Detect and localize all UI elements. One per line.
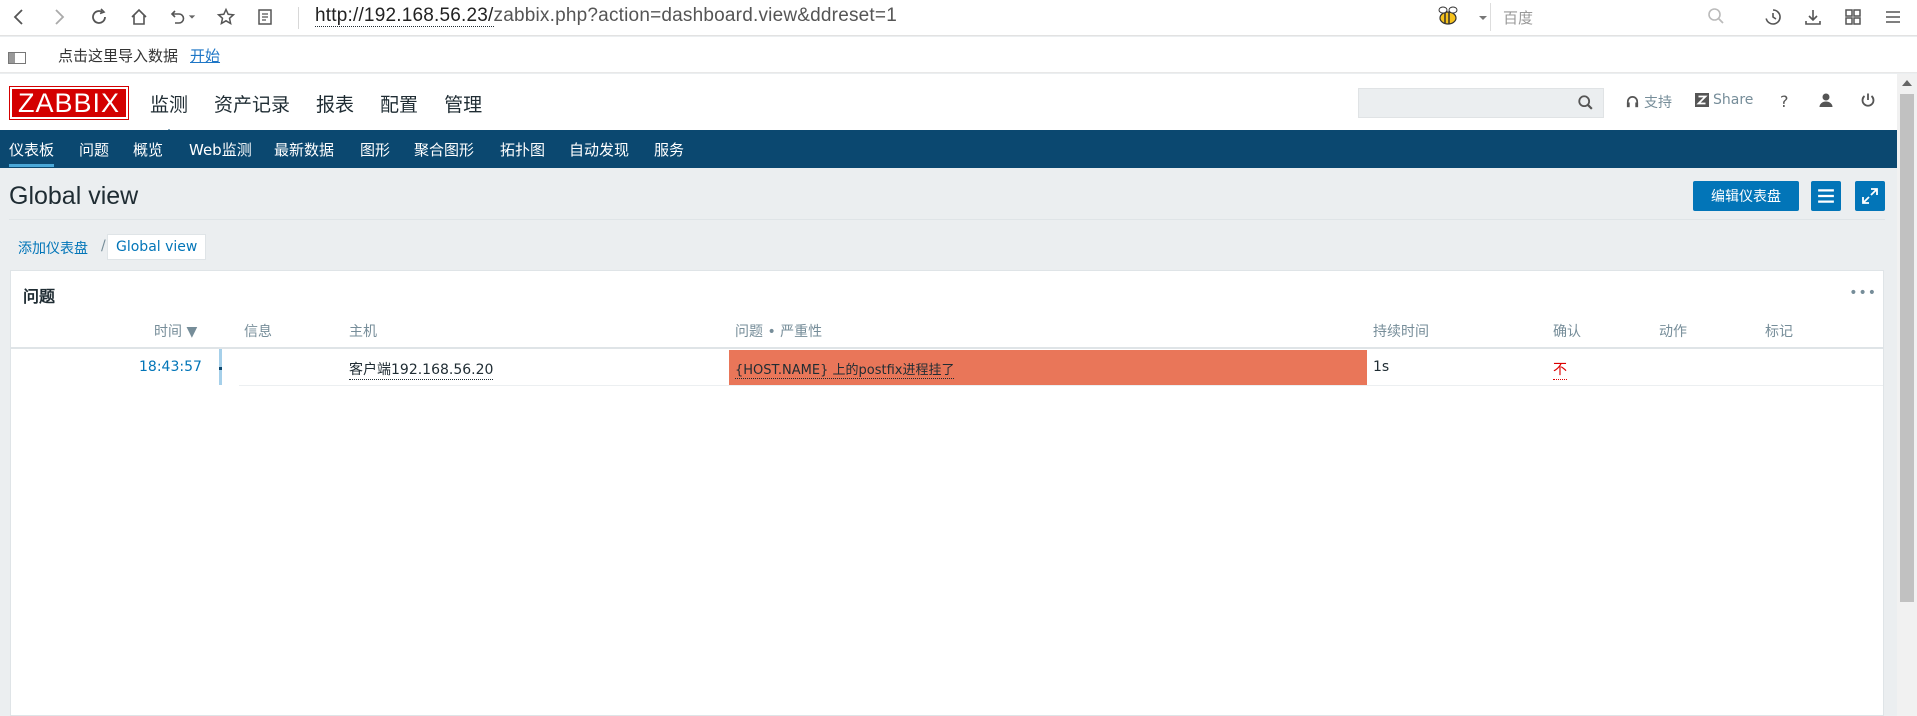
- widget-menu-icon[interactable]: •••: [1849, 285, 1877, 301]
- support-label: 支持: [1644, 95, 1672, 111]
- menu-reports[interactable]: 报表: [316, 90, 354, 117]
- column-host[interactable]: 主机: [349, 321, 377, 341]
- fullscreen-icon: [1862, 188, 1878, 204]
- row-problem-cell: {HOST.NAME} 上的postfix进程挂了: [729, 350, 1367, 385]
- bookmarks-bar: 点击这里导入数据 开始: [0, 37, 1917, 73]
- column-duration: 持续时间: [1373, 324, 1429, 340]
- widget-title: 问题: [23, 287, 56, 306]
- subnav-web[interactable]: Web监测: [189, 139, 252, 160]
- timeline-dot: [219, 367, 222, 370]
- apps-icon[interactable]: [1840, 4, 1866, 30]
- column-problem-severity[interactable]: 问题 • 严重性: [735, 321, 822, 341]
- column-time[interactable]: 时间 ▼: [154, 321, 197, 341]
- menu-inventory[interactable]: 资产记录: [214, 90, 290, 117]
- browser-toolbar: http://192.168.56.23/zabbix.php?action=d…: [0, 0, 1917, 36]
- menu-configuration[interactable]: 配置: [380, 90, 418, 117]
- engine-dropdown-icon[interactable]: [1478, 8, 1488, 20]
- user-icon: [1819, 93, 1833, 107]
- row-duration: 1s: [1373, 359, 1390, 375]
- favorite-star-icon[interactable]: [213, 4, 239, 30]
- url-host: http://192.168.56.23/: [315, 5, 494, 27]
- reload-icon[interactable]: [86, 4, 112, 30]
- page-title: Global view: [9, 182, 139, 210]
- column-actions: 动作: [1659, 324, 1687, 340]
- browser-search-input[interactable]: 百度: [1490, 3, 1740, 31]
- profile-button[interactable]: [1818, 92, 1834, 108]
- url-separator: [298, 7, 299, 29]
- zabbix-logo[interactable]: ZABBIX: [9, 86, 129, 120]
- browser-menu-icon[interactable]: [1880, 4, 1906, 30]
- menu-monitoring[interactable]: 监测: [150, 90, 188, 136]
- reader-icon[interactable]: [252, 4, 278, 30]
- help-icon: ?: [1780, 92, 1789, 111]
- power-icon: [1861, 93, 1875, 107]
- row-problem[interactable]: {HOST.NAME} 上的postfix进程挂了: [735, 359, 955, 379]
- search-icon[interactable]: [1706, 6, 1726, 26]
- address-bar[interactable]: http://192.168.56.23/zabbix.php?action=d…: [315, 5, 897, 27]
- back-icon[interactable]: [6, 4, 32, 30]
- support-link[interactable]: 支持: [1625, 92, 1672, 112]
- row-divider: [239, 385, 1883, 386]
- share-z-icon: [1695, 93, 1709, 107]
- forward-icon[interactable]: [46, 4, 72, 30]
- row-host[interactable]: 客户端192.168.56.20: [349, 359, 494, 380]
- fullscreen-button[interactable]: [1855, 181, 1885, 211]
- subnav-screens[interactable]: 聚合图形: [414, 139, 474, 160]
- share-link[interactable]: Share: [1695, 92, 1753, 108]
- subnav-latest-data[interactable]: 最新数据: [274, 139, 334, 160]
- breadcrumb-add-dashboard[interactable]: 添加仪表盘: [18, 238, 88, 258]
- table-header-divider: [11, 347, 1883, 349]
- subnav-graphs[interactable]: 图形: [360, 139, 390, 160]
- breadcrumb-separator: /: [101, 238, 106, 254]
- subnav-services[interactable]: 服务: [654, 139, 684, 160]
- bookmark-import-text: 点击这里导入数据: [58, 47, 179, 65]
- sub-navigation: 仪表板 问题 概览 Web监测 最新数据 图形 聚合图形 拓扑图 自动发现 服务: [0, 130, 1897, 168]
- column-ack: 确认: [1553, 324, 1581, 340]
- undo-dropdown-icon[interactable]: [186, 4, 198, 30]
- share-label: Share: [1713, 92, 1754, 108]
- header-search-input[interactable]: [1358, 88, 1604, 118]
- row-ack[interactable]: 不: [1553, 359, 1567, 380]
- logout-button[interactable]: [1860, 92, 1876, 108]
- bookmark-start-link[interactable]: 开始: [190, 45, 220, 66]
- browser-search-placeholder: 百度: [1503, 9, 1534, 27]
- title-divider: [9, 219, 1885, 220]
- subnav-dashboard[interactable]: 仪表板: [9, 139, 55, 167]
- subnav-maps[interactable]: 拓扑图: [500, 139, 545, 160]
- page-scrollbar[interactable]: [1897, 74, 1917, 716]
- zabbix-header: ZABBIX 监测 资产记录 报表 配置 管理 支持 Share ?: [0, 74, 1897, 136]
- edit-dashboard-button[interactable]: 编辑仪表盘: [1693, 181, 1799, 211]
- headset-icon: [1626, 95, 1639, 107]
- download-icon[interactable]: [1800, 4, 1826, 30]
- menu-administration[interactable]: 管理: [444, 90, 482, 117]
- column-tags: 标记: [1765, 324, 1793, 340]
- search-engine-logo-icon[interactable]: [1434, 4, 1462, 30]
- history-icon[interactable]: [1760, 4, 1786, 30]
- main-menu: 监测 资产记录 报表 配置 管理: [150, 90, 508, 136]
- sidebar-toggle-icon[interactable]: [8, 49, 26, 64]
- scroll-up-icon[interactable]: [1902, 80, 1912, 86]
- subnav-discovery[interactable]: 自动发现: [569, 139, 629, 160]
- home-icon[interactable]: [126, 4, 152, 30]
- problems-widget: 问题 ••• 时间 ▼ 信息 主机 问题 • 严重性 持续时间 确认 动作 标记…: [10, 270, 1884, 716]
- subnav-problems[interactable]: 问题: [79, 139, 109, 160]
- row-time[interactable]: 18:43:57: [139, 359, 202, 375]
- url-path: zabbix.php?action=dashboard.view&ddreset…: [493, 5, 897, 26]
- scroll-thumb[interactable]: [1900, 94, 1914, 602]
- header-search-icon[interactable]: [1577, 94, 1595, 112]
- dashboard-list-button[interactable]: [1811, 181, 1841, 211]
- subnav-overview[interactable]: 概览: [133, 139, 163, 160]
- help-button[interactable]: ?: [1780, 92, 1789, 111]
- column-info: 信息: [244, 324, 272, 340]
- breadcrumb-current[interactable]: Global view: [107, 234, 207, 260]
- list-icon: [1818, 189, 1834, 203]
